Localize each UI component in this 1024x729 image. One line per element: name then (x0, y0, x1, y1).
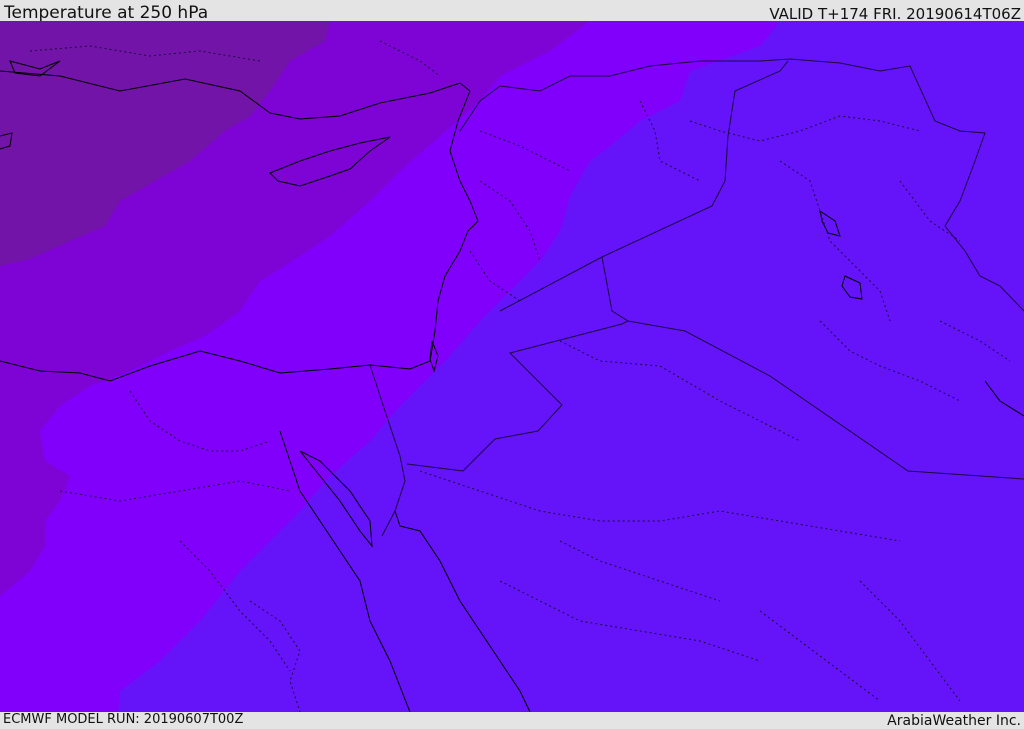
header-bar: Temperature at 250 hPa VALID T+174 FRI. … (0, 0, 1024, 23)
map-canvas (0, 21, 1024, 712)
footer-bar: ECMWF MODEL RUN: 20190607T00Z ArabiaWeat… (0, 712, 1024, 729)
weather-map[interactable] (0, 21, 1024, 712)
model-run-label: ECMWF MODEL RUN: 20190607T00Z (3, 712, 244, 727)
credit-label: ArabiaWeather Inc. (887, 713, 1021, 729)
map-title: Temperature at 250 hPa (4, 3, 209, 23)
